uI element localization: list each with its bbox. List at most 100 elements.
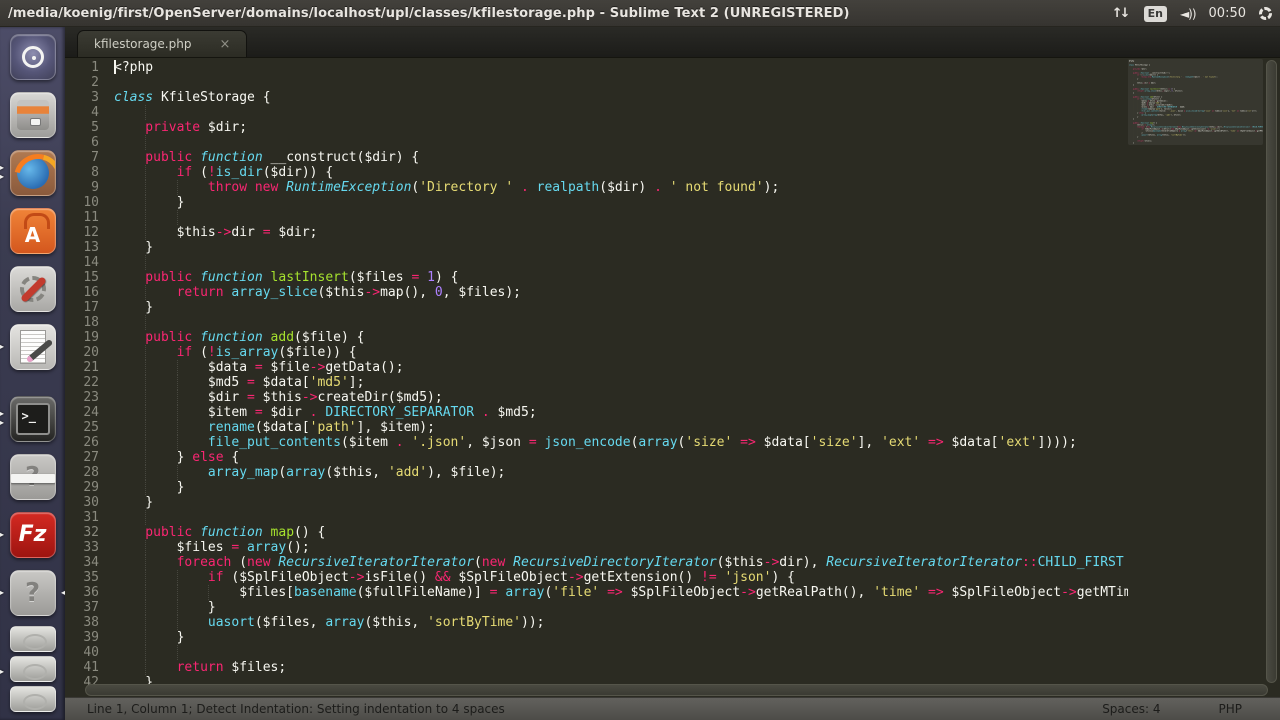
- vertical-scrollbar[interactable]: [1265, 60, 1278, 683]
- code-line[interactable]: $this->dir = $dir;: [114, 225, 1128, 240]
- launcher-item-software-center[interactable]: A: [0, 206, 65, 255]
- tab-kfilestorage[interactable]: kfilestorage.php ×: [77, 30, 247, 57]
- code-line[interactable]: throw new RuntimeException('Directory ' …: [114, 180, 1128, 195]
- line-number: 22: [65, 375, 99, 390]
- line-number: 28: [65, 465, 99, 480]
- dash-home-icon: [10, 34, 56, 80]
- line-number: 34: [65, 555, 99, 570]
- indentation-setting[interactable]: Spaces: 4: [1102, 702, 1160, 716]
- horizontal-scrollbar[interactable]: [85, 684, 1268, 696]
- code-line[interactable]: foreach (new RecursiveIteratorIterator(n…: [114, 555, 1128, 570]
- code-line[interactable]: }: [114, 240, 1128, 255]
- code-line[interactable]: [114, 645, 1128, 660]
- code-line[interactable]: $files = array();: [114, 540, 1128, 555]
- code-line[interactable]: [114, 510, 1128, 525]
- horizontal-scrollbar-thumb[interactable]: [85, 684, 1268, 696]
- tab-close-icon[interactable]: ×: [219, 37, 230, 52]
- minimap[interactable]: <?phpclass KfileStorage {private $dir;pu…: [1128, 58, 1263, 697]
- line-number: 35: [65, 570, 99, 585]
- line-number: 41: [65, 660, 99, 675]
- volume-icon[interactable]: ◄)): [1180, 7, 1196, 21]
- code-line[interactable]: }: [114, 195, 1128, 210]
- line-number: 26: [65, 435, 99, 450]
- running-indicator: ▸: [0, 510, 4, 559]
- code-line[interactable]: }: [114, 495, 1128, 510]
- code-line[interactable]: [114, 315, 1128, 330]
- launcher-item-dash-home[interactable]: [0, 32, 65, 81]
- line-number: 20: [65, 345, 99, 360]
- launcher-item-removable-drives[interactable]: ▸: [0, 626, 65, 718]
- launcher-item-file-manager[interactable]: [0, 90, 65, 139]
- window-title: /media/koenig/first/OpenServer/domains/l…: [0, 6, 850, 21]
- code-line[interactable]: public function lastInsert($files = 1) {: [114, 270, 1128, 285]
- code-line[interactable]: }: [114, 480, 1128, 495]
- code-line[interactable]: $data = $file->getData();: [114, 360, 1128, 375]
- software-center-icon: A: [10, 208, 56, 254]
- line-number: 39: [65, 630, 99, 645]
- line-number: 21: [65, 360, 99, 375]
- code-line[interactable]: if (!is_array($file)) {: [114, 345, 1128, 360]
- syntax-selector[interactable]: PHP: [1219, 702, 1243, 716]
- code-line[interactable]: if ($SplFileObject->isFile() && $SplFile…: [114, 570, 1128, 585]
- code-text-area[interactable]: <?php class KfileStorage { private $dir; pu…: [114, 60, 1128, 690]
- code-line[interactable]: private $dir;: [114, 120, 1128, 135]
- code-line[interactable]: $files[basename($fullFileName)] = array(…: [114, 585, 1128, 600]
- launcher-item-system-settings[interactable]: [0, 264, 65, 313]
- code-line[interactable]: }: [114, 300, 1128, 315]
- unknown-app-focused-icon: ?: [10, 570, 56, 616]
- clock[interactable]: 00:50: [1209, 6, 1246, 21]
- code-line[interactable]: array_map(array($this, 'add'), $file);: [114, 465, 1128, 480]
- line-number: 27: [65, 450, 99, 465]
- code-editor[interactable]: 1234567891011121314151617181920212223242…: [65, 58, 1280, 697]
- vertical-scrollbar-thumb[interactable]: [1266, 60, 1277, 683]
- code-line[interactable]: if (!is_dir($dir)) {: [114, 165, 1128, 180]
- minimap-viewport-highlight: [1128, 59, 1263, 145]
- line-number: 16: [65, 285, 99, 300]
- line-number: 3: [65, 90, 99, 105]
- line-number: 33: [65, 540, 99, 555]
- code-line[interactable]: [114, 105, 1128, 120]
- line-number: 29: [65, 480, 99, 495]
- line-number: 1: [65, 60, 99, 75]
- code-line[interactable]: $item = $dir . DIRECTORY_SEPARATOR . $md…: [114, 405, 1128, 420]
- code-line[interactable]: $dir = $this->createDir($md5);: [114, 390, 1128, 405]
- line-number: 13: [65, 240, 99, 255]
- launcher-item-unknown-app-focused[interactable]: ▸?◂: [0, 568, 65, 617]
- code-line[interactable]: }: [114, 600, 1128, 615]
- code-line[interactable]: }: [114, 630, 1128, 645]
- firefox-icon: [10, 150, 56, 196]
- removable-drives-icon: [8, 626, 58, 718]
- code-line[interactable]: return array_slice($this->map(), 0, $fil…: [114, 285, 1128, 300]
- code-line[interactable]: [114, 135, 1128, 150]
- line-number: 10: [65, 195, 99, 210]
- code-line[interactable]: public function __construct($dir) {: [114, 150, 1128, 165]
- launcher-item-firefox[interactable]: ▸▸: [0, 148, 65, 197]
- code-line[interactable]: return $files;: [114, 660, 1128, 675]
- line-number: 24: [65, 405, 99, 420]
- system-tray: ↑↓ En ◄)) 00:50: [1112, 0, 1272, 27]
- launcher-item-terminal[interactable]: ▸▸>_: [0, 394, 65, 443]
- file-manager-icon: [10, 92, 56, 138]
- launcher-item-text-editor[interactable]: ▸: [0, 322, 65, 371]
- code-line[interactable]: [114, 210, 1128, 225]
- code-line[interactable]: <?php: [114, 60, 1128, 75]
- keyboard-layout-indicator[interactable]: En: [1144, 6, 1167, 22]
- code-line[interactable]: } else {: [114, 450, 1128, 465]
- line-number: 9: [65, 180, 99, 195]
- code-line[interactable]: public function map() {: [114, 525, 1128, 540]
- line-number: 5: [65, 120, 99, 135]
- code-line[interactable]: uasort($files, array($this, 'sortByTime'…: [114, 615, 1128, 630]
- launcher-item-filezilla[interactable]: ▸Fz: [0, 510, 65, 559]
- launcher-item-unknown-app-progress[interactable]: ?: [0, 452, 65, 501]
- status-bar: Line 1, Column 1; Detect Indentation: Se…: [65, 697, 1280, 720]
- code-line[interactable]: public function add($file) {: [114, 330, 1128, 345]
- session-gear-icon[interactable]: [1259, 7, 1272, 20]
- code-line[interactable]: $md5 = $data['md5'];: [114, 375, 1128, 390]
- code-line[interactable]: [114, 75, 1128, 90]
- code-line[interactable]: rename($data['path'], $item);: [114, 420, 1128, 435]
- code-line[interactable]: file_put_contents($item . '.json', $json…: [114, 435, 1128, 450]
- code-line[interactable]: class KfileStorage {: [114, 90, 1128, 105]
- network-sync-icon[interactable]: ↑↓: [1112, 6, 1131, 21]
- line-number: 12: [65, 225, 99, 240]
- code-line[interactable]: [114, 255, 1128, 270]
